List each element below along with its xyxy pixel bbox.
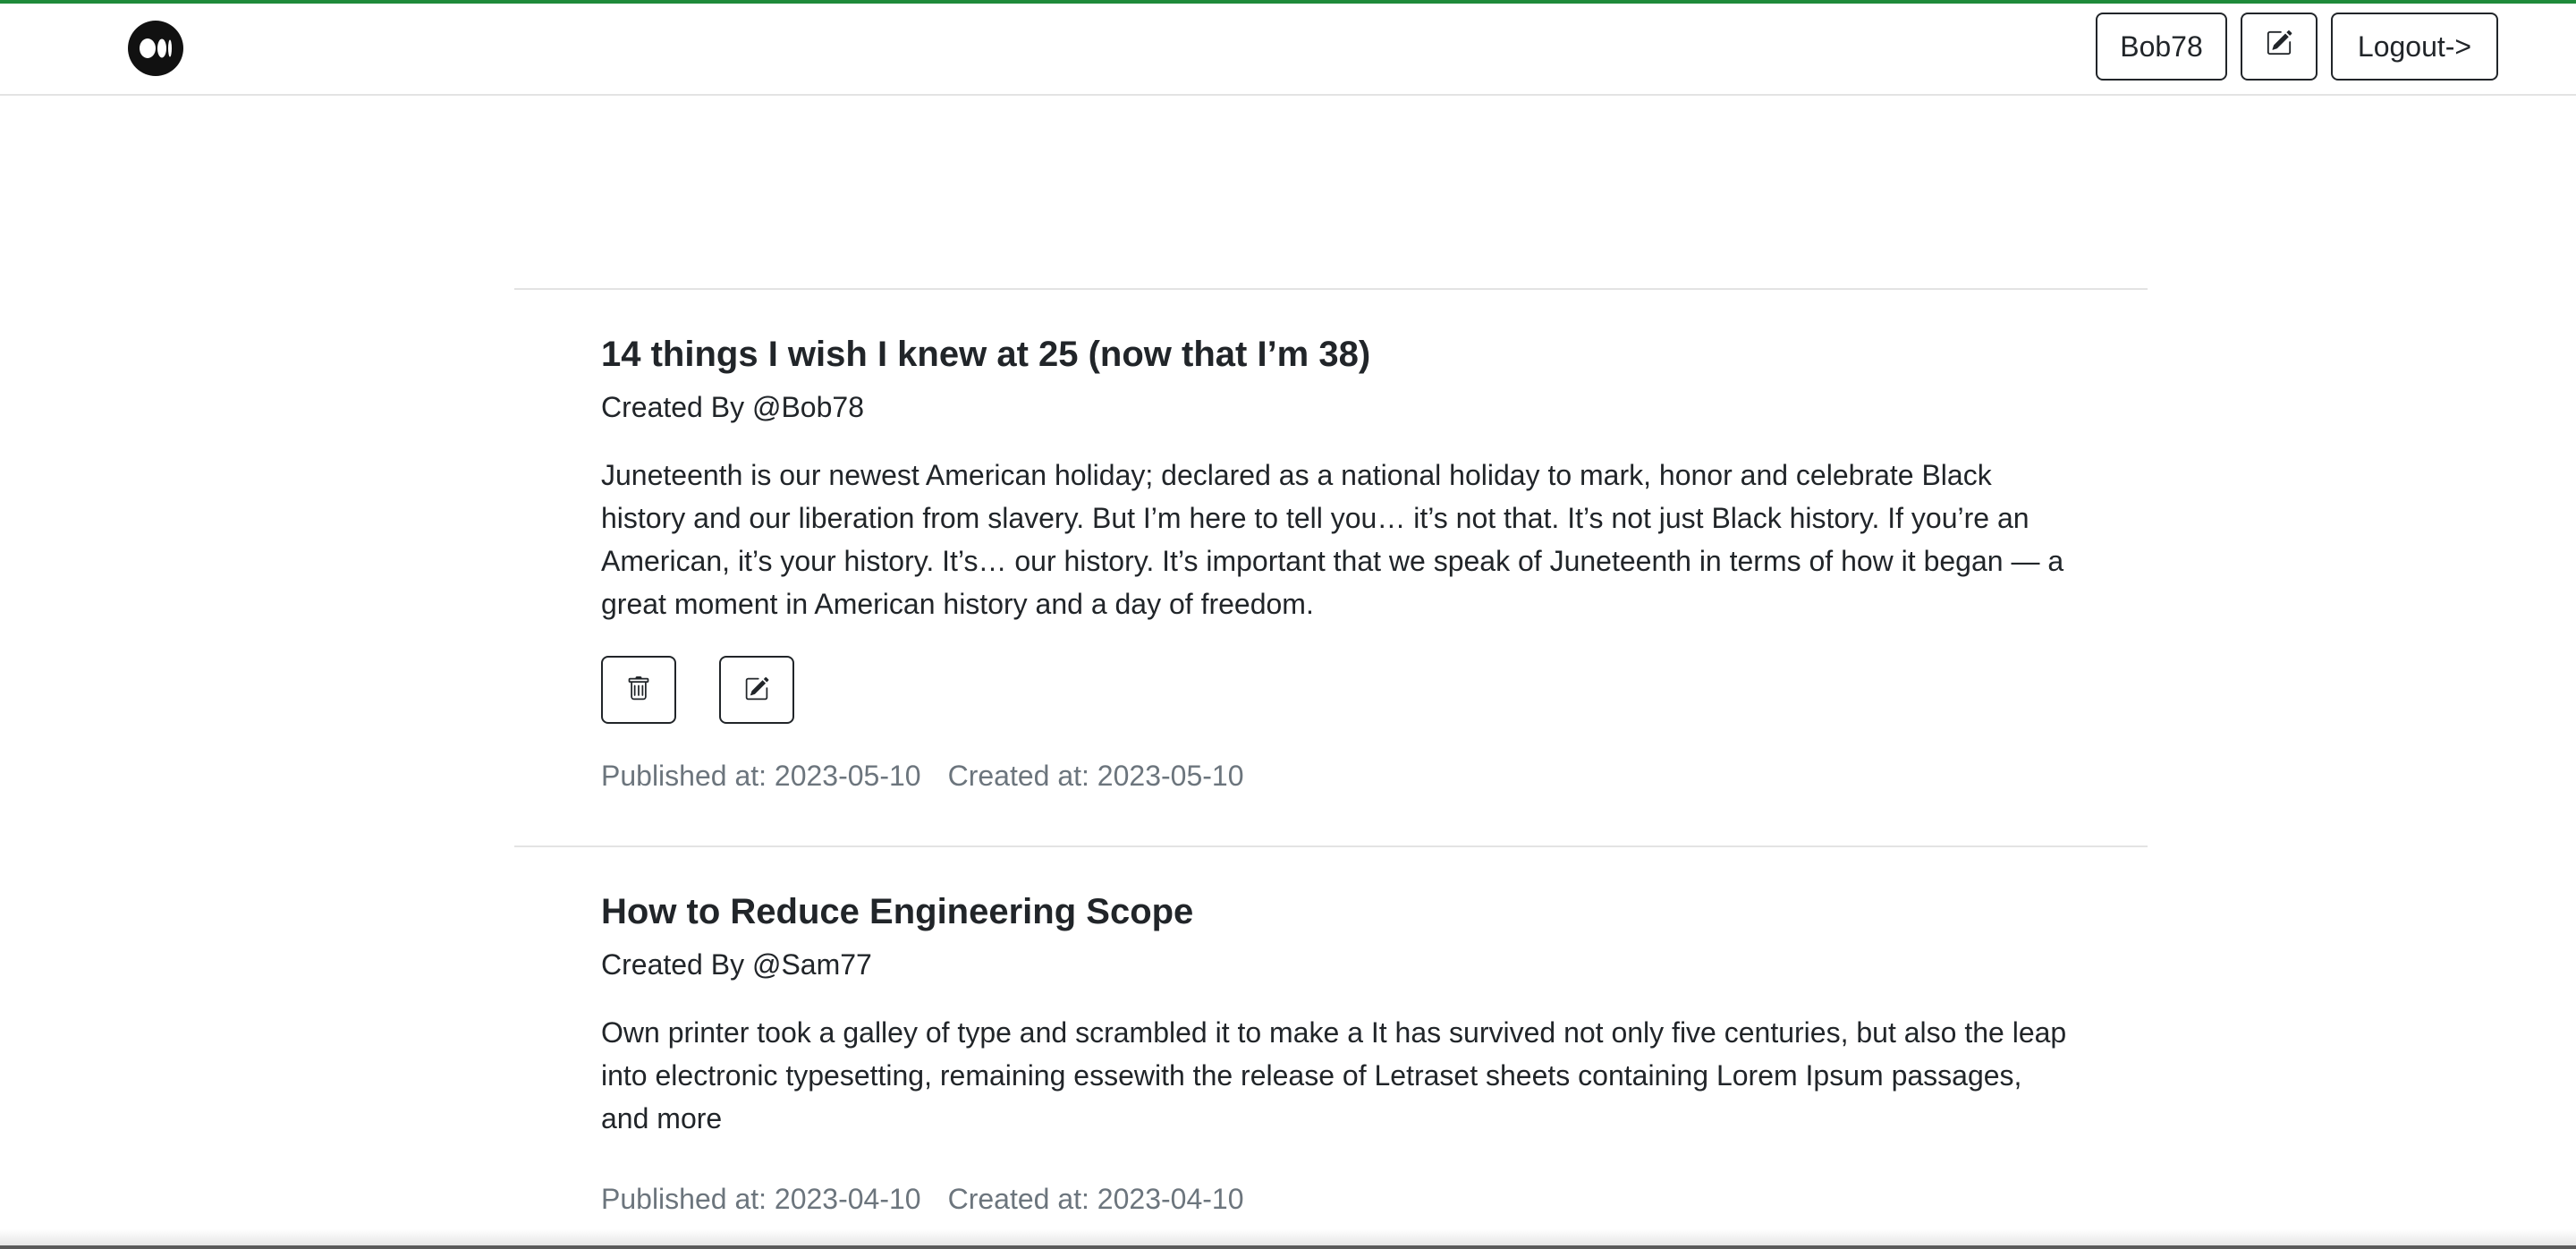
divider bbox=[514, 845, 2148, 847]
edit-square-icon bbox=[2266, 30, 2292, 64]
post-author: Created By @Bob78 bbox=[601, 391, 864, 423]
post-author: Created By @Sam77 bbox=[601, 948, 872, 981]
top-navbar: Bob78 Logout-> bbox=[0, 4, 2576, 96]
post-title[interactable]: How to Reduce Engineering Scope bbox=[601, 889, 2068, 934]
post-actions bbox=[601, 656, 2068, 724]
divider bbox=[514, 288, 2148, 290]
medium-logo-icon[interactable] bbox=[128, 21, 183, 76]
post-card: How to Reduce Engineering Scope Created … bbox=[601, 889, 2068, 1217]
post-title[interactable]: 14 things I wish I knew at 25 (now that … bbox=[601, 332, 2068, 377]
post-dates: Published at: 2023-04-10 Created at: 2023… bbox=[601, 1181, 2068, 1217]
published-date: Published at: 2023-05-10 bbox=[601, 760, 921, 792]
edit-post-button[interactable] bbox=[719, 656, 794, 724]
created-date: Created at: 2023-05-10 bbox=[947, 760, 1244, 792]
logout-button[interactable]: Logout-> bbox=[2331, 13, 2498, 81]
write-post-button[interactable] bbox=[2241, 13, 2318, 81]
delete-post-button[interactable] bbox=[601, 656, 676, 724]
trash-icon bbox=[626, 675, 651, 704]
post-excerpt: Own printer took a galley of type and sc… bbox=[601, 1016, 2067, 1134]
published-date: Published at: 2023-04-10 bbox=[601, 1183, 921, 1215]
user-profile-button[interactable]: Bob78 bbox=[2096, 13, 2227, 81]
created-date: Created at: 2023-04-10 bbox=[947, 1183, 1244, 1215]
window-bottom-edge bbox=[0, 1245, 2576, 1249]
post-card: 14 things I wish I knew at 25 (now that … bbox=[601, 332, 2068, 794]
post-dates: Published at: 2023-05-10 Created at: 2023… bbox=[601, 758, 2068, 794]
edit-square-icon bbox=[744, 676, 769, 704]
page: Bob78 Logout-> 14 things I wish I knew a… bbox=[0, 0, 2576, 1249]
post-excerpt: Juneteenth is our newest American holida… bbox=[601, 459, 2064, 620]
